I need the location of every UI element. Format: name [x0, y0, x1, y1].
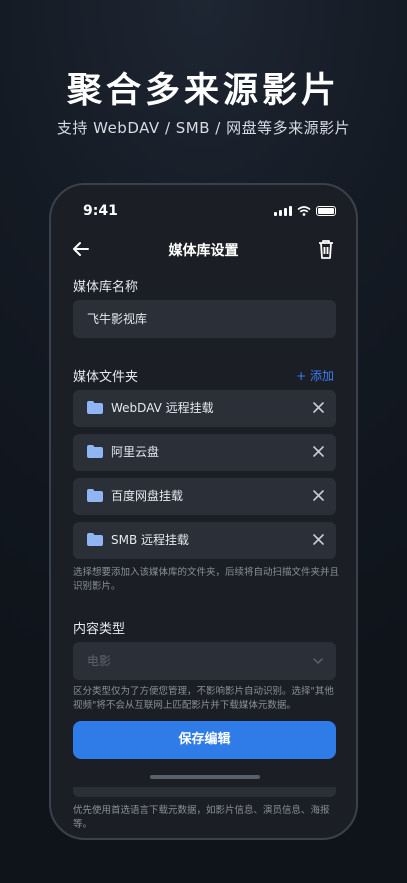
folder-row[interactable]: WebDAV 远程挂载: [73, 390, 336, 427]
folder-icon: [87, 401, 103, 414]
folder-name: WebDAV 远程挂载: [111, 401, 214, 415]
hero-title: 聚合多来源影片: [66, 71, 340, 111]
folders-label: 媒体文件夹: [73, 370, 139, 385]
folders-hint: 选择想要添加入该媒体库的文件夹，后续将自动扫描文件夹并且识别影片。: [73, 567, 340, 592]
folder-row[interactable]: SMB 远程挂载: [73, 522, 336, 559]
folder-name: 阿里云盘: [111, 445, 160, 459]
trash-icon[interactable]: [316, 238, 336, 260]
add-folder-button[interactable]: + 添加: [296, 367, 334, 384]
chevron-down-icon: [313, 658, 323, 665]
battery-icon: [316, 206, 336, 216]
folder-name: 百度网盘挂载: [111, 489, 184, 503]
content-type-select[interactable]: 电影: [73, 642, 336, 680]
partial-field: [73, 787, 336, 797]
library-name-input[interactable]: 飞牛影视库: [73, 300, 336, 338]
close-icon[interactable]: [313, 446, 324, 457]
status-time: 9:41: [83, 203, 118, 219]
home-indicator: [150, 775, 260, 779]
wifi-icon: [297, 206, 311, 216]
page-title: 媒体库设置: [168, 243, 239, 259]
folder-row[interactable]: 百度网盘挂载: [73, 478, 336, 515]
folder-icon: [87, 445, 103, 458]
hero-subtitle: 支持 WebDAV / SMB / 网盘等多来源影片: [56, 119, 351, 137]
folder-icon: [87, 533, 103, 546]
status-bar: 9:41: [51, 203, 356, 223]
close-icon[interactable]: [313, 534, 324, 545]
folder-name: SMB 远程挂载: [111, 533, 190, 547]
save-button[interactable]: 保存编辑: [73, 721, 336, 759]
content-type-label: 内容类型: [73, 622, 126, 637]
folder-icon: [87, 489, 103, 502]
folder-row[interactable]: 阿里云盘: [73, 434, 336, 471]
close-icon[interactable]: [313, 490, 324, 501]
nav-bar: 媒体库设置: [51, 235, 356, 265]
close-icon[interactable]: [313, 402, 324, 413]
content-type-hint: 区分类型仅为了方便您管理，不影响影片自动识别。选择"其他视频"将不会从互联网上匹…: [73, 686, 334, 711]
signal-icon: [274, 206, 292, 216]
content-type-placeholder: 电影: [87, 654, 112, 668]
library-name-label: 媒体库名称: [73, 280, 139, 295]
status-icons: [274, 206, 336, 216]
phone-frame: 9:41 媒体库设置 媒体库名称 飞牛影视库 媒体文件夹 + 添加 WebDAV…: [49, 183, 358, 840]
footer-hint: 优先使用首选语言下载元数据，如影片信息、演员信息、海报等。: [73, 805, 330, 830]
